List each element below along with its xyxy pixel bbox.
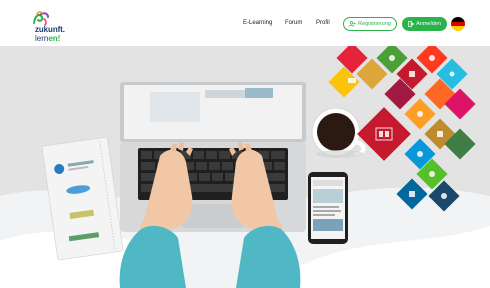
login-arrow-icon (408, 21, 415, 27)
language-flag-de[interactable] (451, 17, 465, 31)
login-button[interactable]: Anmelden (402, 17, 447, 31)
smartphone (308, 172, 348, 244)
register-button[interactable]: Registrierung (343, 17, 397, 31)
login-button-label: Anmelden (416, 21, 441, 27)
hero-image (0, 46, 490, 288)
register-button-label: Registrierung (358, 21, 391, 27)
flag-stripe-gold (451, 26, 465, 31)
site-header: zukunft. lernen! E-Learning Forum Profil… (0, 0, 490, 50)
nav-elearning[interactable]: E-Learning (243, 20, 272, 26)
user-plus-icon (349, 21, 356, 27)
logo-text-accent: en! (48, 34, 61, 43)
nav-profil[interactable]: Profil (316, 20, 330, 26)
logo-text-bottom: lernen! (35, 34, 60, 43)
logo-text-prefix: lern (35, 34, 49, 43)
logo-text-top: zukunft. (35, 25, 65, 34)
nav-forum[interactable]: Forum (285, 20, 302, 26)
site-logo[interactable]: zukunft. lernen! (28, 11, 88, 43)
hero-illustration (0, 46, 490, 288)
